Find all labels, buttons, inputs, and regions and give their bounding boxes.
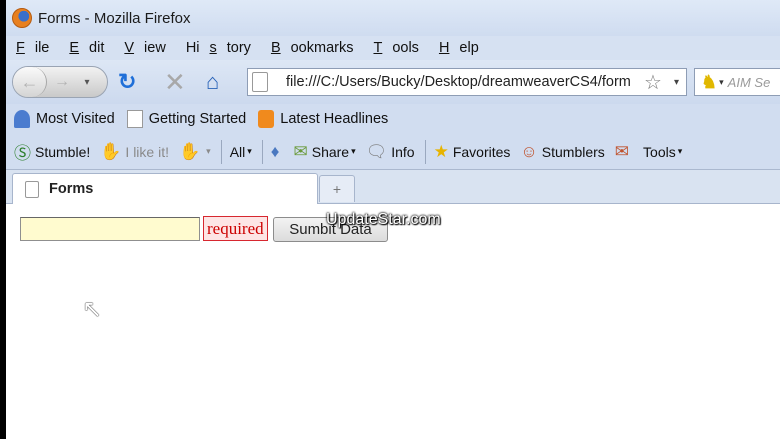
menu-help[interactable]: Help <box>439 40 489 56</box>
inbox-button[interactable]: ✉ <box>615 142 633 162</box>
url-bar[interactable]: file:///C:/Users/Bucky/Desktop/dreamweav… <box>247 68 687 96</box>
history-dropdown-button[interactable]: ▾ <box>77 77 97 88</box>
chevron-down-icon: ▾ <box>84 76 90 88</box>
tag-button[interactable]: ♦ <box>271 142 284 162</box>
forward-button[interactable]: → <box>47 73 77 91</box>
bookmark-most-visited[interactable]: Most Visited <box>14 110 115 128</box>
share-label: Share <box>311 143 350 160</box>
home-icon[interactable]: ⌂ <box>206 70 219 94</box>
url-dropdown-icon[interactable]: ▾ <box>674 77 679 88</box>
share-button[interactable]: ✉ Share ▾ <box>293 142 355 162</box>
stop-icon[interactable]: ✕ <box>164 69 186 95</box>
stumbleupon-icon: Ⓢ <box>14 144 31 163</box>
toolbar-separator <box>424 139 426 164</box>
menu-history[interactable]: Hi s tory <box>186 40 261 56</box>
navigation-toolbar: ← → ▾ ↻ ✕ ⌂ file:///C:/Users/Bucky/Deskt… <box>6 60 780 104</box>
bookmark-label: Getting Started <box>148 111 247 127</box>
stumbleupon-toolbar: Ⓢ Stumble! ✋ I like it! ✋ ▾ All ▾ ♦ ✉ Sh… <box>6 134 780 170</box>
back-button[interactable]: ← <box>13 67 47 97</box>
thumbs-down-icon: ✋ <box>179 141 201 161</box>
back-forward-group: ← → ▾ <box>12 66 108 98</box>
tag-icon: ♦ <box>270 141 280 161</box>
toolbar-separator <box>220 139 222 164</box>
most-visited-icon <box>14 110 30 128</box>
page-content: required Sumbit Data UpdateStar.com ↖ <box>6 205 780 439</box>
chevron-down-icon: ▾ <box>351 146 356 156</box>
bookmark-label: Most Visited <box>36 111 115 127</box>
tab-strip: Forms + <box>6 170 780 204</box>
stumble-label: Stumble! <box>35 143 91 160</box>
people-icon: ☺ <box>520 141 538 161</box>
stumble-button[interactable]: Ⓢ Stumble! <box>14 139 90 164</box>
all-label: All <box>229 143 246 160</box>
speech-bubble-icon: 🗨 <box>365 141 388 161</box>
bookmark-label: Latest Headlines <box>280 111 389 127</box>
favorites-label: Favorites <box>452 143 511 160</box>
tab-forms[interactable]: Forms <box>12 173 318 204</box>
bookmarks-toolbar: Most Visited Getting Started Latest Head… <box>6 104 780 134</box>
chevron-down-icon: ▾ <box>206 146 211 156</box>
tab-title: Forms <box>49 181 94 197</box>
menu-bookmarks[interactable]: Bookmarks <box>271 40 364 56</box>
page-icon <box>252 72 268 92</box>
form-text-input[interactable] <box>20 217 200 241</box>
reload-icon[interactable]: ↻ <box>118 70 136 94</box>
firefox-logo-icon <box>12 8 32 28</box>
browser-window: Forms - Mozilla Firefox File Edit View H… <box>6 0 780 439</box>
title-bar: Forms - Mozilla Firefox <box>6 0 780 36</box>
share-icon: ✉ <box>293 141 308 161</box>
aim-icon[interactable]: ♞ <box>701 72 717 93</box>
required-validation-message: required <box>203 216 268 241</box>
rss-feed-icon <box>258 110 275 128</box>
bookmark-latest-headlines[interactable]: Latest Headlines <box>258 110 388 128</box>
i-like-it-button[interactable]: ✋ I like it! <box>100 142 169 162</box>
i-like-it-label: I like it! <box>125 143 169 160</box>
url-text[interactable]: file:///C:/Users/Bucky/Desktop/dreamweav… <box>286 74 642 90</box>
window-title: Forms - Mozilla Firefox <box>38 9 191 27</box>
menu-view[interactable]: View <box>124 40 175 56</box>
menu-bar: File Edit View Hi s tory Bookmarks Tools H… <box>6 36 780 60</box>
new-tab-button[interactable]: + <box>319 175 355 202</box>
forward-arrow-icon: → <box>54 73 70 90</box>
thumbs-up-icon: ✋ <box>100 141 122 161</box>
back-arrow-icon: ← <box>20 71 39 92</box>
toolbar-separator <box>261 139 263 164</box>
info-button[interactable]: 🗨 Info <box>366 142 415 162</box>
search-bar[interactable]: ♞ ▾ AIM Se <box>694 68 780 96</box>
page-icon <box>126 110 143 128</box>
plus-icon: + <box>332 181 342 197</box>
bookmark-star-icon[interactable]: ☆ <box>644 70 662 95</box>
all-dropdown[interactable]: All ▾ <box>230 144 252 160</box>
menu-file[interactable]: File <box>16 40 59 56</box>
inbox-icon: ✉ <box>614 141 630 161</box>
chevron-down-icon: ▾ <box>247 146 252 156</box>
tools-dropdown[interactable]: Tools ▾ <box>643 144 682 160</box>
page-icon <box>25 180 39 198</box>
bookmark-getting-started[interactable]: Getting Started <box>126 110 247 128</box>
tools-label: Tools <box>643 143 676 160</box>
mouse-cursor-icon: ↖ <box>82 296 103 323</box>
stumblers-label: Stumblers <box>541 143 605 160</box>
search-engine-dropdown-icon[interactable]: ▾ <box>719 77 724 88</box>
star-icon: ★ <box>433 141 449 161</box>
submit-data-button[interactable]: Sumbit Data <box>273 217 388 242</box>
thumbs-down-button[interactable]: ✋ ▾ <box>179 142 211 162</box>
stumblers-button[interactable]: ☺ Stumblers <box>520 142 604 162</box>
favorites-button[interactable]: ★ Favorites <box>434 142 511 162</box>
search-placeholder[interactable]: AIM Se <box>728 75 771 90</box>
info-label: Info <box>391 143 415 160</box>
chevron-down-icon: ▾ <box>677 146 683 156</box>
menu-tools[interactable]: Tools <box>373 40 428 56</box>
menu-edit[interactable]: Edit <box>69 40 114 56</box>
